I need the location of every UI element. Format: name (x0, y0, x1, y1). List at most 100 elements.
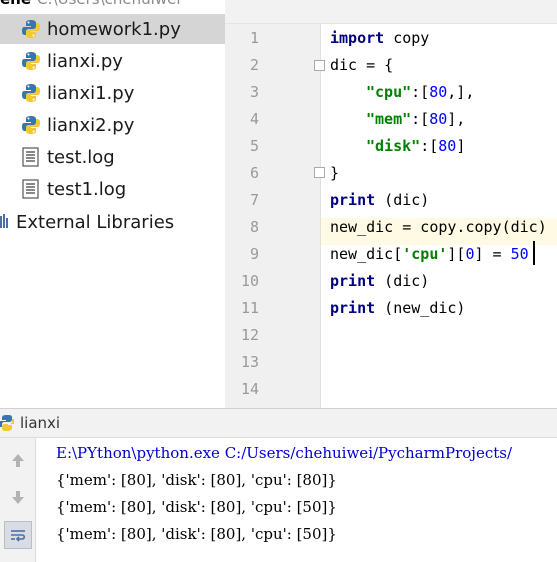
line-number-current: 9 (249, 245, 259, 263)
code-text: ], (447, 110, 466, 128)
line-number: 7 (249, 191, 259, 209)
code-line-6: } (330, 164, 339, 182)
console-output-line: {'mem': [80], 'disk': [80], 'cpu': [50]} (56, 525, 337, 543)
code-line-4: "mem":[80], (366, 110, 465, 128)
code-keyword: import (330, 29, 385, 47)
file-label: homework1.py (47, 18, 181, 40)
code-number: 0 (465, 245, 475, 263)
run-console-output[interactable]: E:\PYthon\python.exe C:/Users/chehuiwei/… (36, 438, 557, 562)
code-number: 80 (429, 83, 448, 101)
file-row-homework1[interactable]: homework1.py (0, 14, 225, 44)
fold-open-icon[interactable] (314, 60, 325, 71)
file-row-lianxi1[interactable]: lianxi1.py (0, 78, 225, 108)
soft-wrap-icon (11, 530, 26, 542)
code-text: (new_dic) (375, 299, 466, 317)
file-row-test-log[interactable]: test.log (0, 142, 225, 172)
code-line-3: "cpu":[80,], (366, 83, 474, 101)
project-root-path: C:\Users\chehuiwei (37, 0, 180, 8)
code-text: dic = { (330, 56, 394, 74)
code-text: :[ (420, 137, 439, 155)
code-text: (dic) (375, 191, 430, 209)
text-caret (533, 241, 535, 265)
fold-close-icon[interactable] (314, 167, 325, 178)
file-label: test.log (47, 146, 115, 168)
code-line-8: new_dic = copy.copy(dic) (330, 218, 547, 236)
code-text: ] (456, 137, 466, 155)
code-text: ][ (447, 245, 466, 263)
line-number: 12 (240, 326, 259, 344)
code-text: copy (384, 29, 430, 47)
code-text: } (330, 164, 340, 182)
file-row-lianxi[interactable]: lianxi.py (0, 46, 225, 76)
line-number: 10 (240, 272, 259, 290)
code-editor[interactable]: 1 2 3 4 5 6 7 8 9 10 11 12 13 14 import … (225, 0, 557, 408)
line-number: 11 (240, 299, 259, 317)
run-toolbar (0, 438, 36, 562)
console-command-line: E:\PYthon\python.exe C:/Users/chehuiwei/… (56, 444, 513, 462)
project-tree-panel: ehe C:\Users\chehuiwei homework1.py lianx… (0, 0, 225, 408)
file-row-lianxi2[interactable]: lianxi2.py (0, 110, 225, 140)
code-string: 'cpu' (402, 245, 448, 263)
external-libraries-label: External Libraries (16, 211, 175, 233)
file-row-test1-log[interactable]: test1.log (0, 174, 225, 204)
code-keyword: print (330, 299, 376, 317)
arrow-down-icon (12, 491, 24, 504)
line-number: 13 (240, 353, 259, 371)
line-number: 3 (249, 83, 259, 101)
code-line-5: "disk":[80] (366, 137, 465, 155)
code-line-1: import copy (330, 29, 429, 47)
file-label: test1.log (47, 178, 127, 200)
code-number: 80 (438, 137, 457, 155)
python-file-icon (20, 50, 42, 72)
line-number: 5 (249, 137, 259, 155)
code-text: ] = (474, 245, 511, 263)
console-output-line: {'mem': [80], 'disk': [80], 'cpu': [50]} (56, 498, 337, 516)
python-run-icon (0, 413, 16, 433)
line-number: 4 (249, 110, 259, 128)
code-line-11: print (new_dic) (330, 299, 465, 317)
project-root-name: ehe (0, 0, 31, 8)
scroll-up-button[interactable] (4, 446, 32, 474)
code-line-9: new_dic['cpu'][0] = 50 (330, 245, 529, 263)
code-number: 80 (429, 110, 448, 128)
file-label: lianxi.py (47, 50, 123, 72)
run-tab-label: lianxi (20, 414, 61, 432)
line-number: 6 (249, 164, 259, 182)
code-keyword: print (330, 191, 376, 209)
code-text: :[ (411, 110, 430, 128)
code-string: "cpu" (366, 83, 412, 101)
code-number: 50 (510, 245, 529, 263)
code-line-10: print (dic) (330, 272, 429, 290)
console-output-line: {'mem': [80], 'disk': [80], 'cpu': [80]} (56, 471, 337, 489)
python-file-icon (20, 18, 42, 40)
code-string: "disk" (366, 137, 421, 155)
code-line-7: print (dic) (330, 191, 429, 209)
library-icon (0, 211, 10, 233)
line-number-gutter: 1 2 3 4 5 6 7 8 9 10 11 12 13 14 (225, 24, 321, 408)
line-number: 8 (249, 218, 259, 236)
file-label: lianxi1.py (47, 82, 135, 104)
scroll-down-button[interactable] (4, 484, 32, 512)
editor-tab-bar (225, 0, 557, 24)
code-text: :[ (411, 83, 430, 101)
text-file-icon (20, 178, 42, 200)
code-line-2: dic = { (330, 56, 393, 74)
line-number: 1 (249, 29, 259, 47)
code-text: new_dic[ (330, 245, 403, 263)
external-libraries-row[interactable]: External Libraries (0, 207, 174, 237)
line-number: 14 (240, 380, 259, 398)
code-text: ,], (447, 83, 475, 101)
line-number: 2 (249, 56, 259, 74)
python-file-icon (20, 114, 42, 136)
python-file-icon (20, 82, 42, 104)
code-string: "mem" (366, 110, 412, 128)
project-root-row[interactable]: ehe C:\Users\chehuiwei (0, 0, 181, 12)
code-text: (dic) (375, 272, 430, 290)
text-file-icon (20, 146, 42, 168)
code-text: new_dic = copy.copy(dic) (330, 218, 547, 236)
soft-wrap-button[interactable] (4, 521, 32, 549)
arrow-up-icon (12, 454, 24, 467)
file-label: lianxi2.py (47, 114, 135, 136)
run-tool-window-header[interactable]: lianxi (0, 408, 557, 438)
code-keyword: print (330, 272, 376, 290)
